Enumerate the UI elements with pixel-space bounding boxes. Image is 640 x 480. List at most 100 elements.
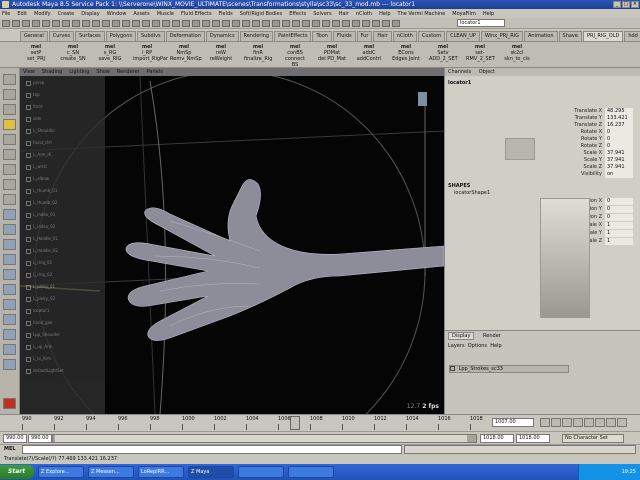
layer-menu-layers[interactable]: Layers <box>448 343 465 349</box>
shelf-tab[interactable]: Winx_PRJ_RIG <box>480 31 524 41</box>
outliner-item[interactable]: L_index_02 <box>26 224 102 232</box>
shelf-button[interactable]: mel PDMat del PD_Mat <box>318 44 346 67</box>
outliner-item[interactable]: locator1 <box>26 308 102 316</box>
shelf-tab[interactable]: Dynamics <box>205 31 239 41</box>
layout-four-icon[interactable] <box>3 224 16 235</box>
status-tool-icon[interactable] <box>62 20 70 27</box>
channel-attribute[interactable]: Scale X 37.941 <box>535 150 639 157</box>
outliner-item[interactable]: L_wrist <box>26 164 102 172</box>
rotate-tool-icon[interactable] <box>3 134 16 145</box>
taskbar-task[interactable]: Z Explore... <box>38 466 84 478</box>
attribute-value[interactable]: 37.941 <box>605 150 633 157</box>
layout-script-icon[interactable] <box>3 329 16 340</box>
attribute-value[interactable]: 0 <box>605 206 633 213</box>
tab-display-layers[interactable]: Display <box>448 332 475 340</box>
status-tool-icon[interactable] <box>82 20 90 27</box>
status-tool-icon[interactable] <box>22 20 30 27</box>
character-set-select[interactable]: No Character Set <box>562 434 624 443</box>
move-tool-icon[interactable] <box>3 119 16 130</box>
current-frame-field[interactable]: 1007.00 <box>492 418 534 427</box>
shelf-button[interactable]: mel set- RMV_2_SET <box>466 44 495 67</box>
menu-item[interactable]: Fields <box>219 11 233 17</box>
attribute-value[interactable]: 0 <box>605 136 633 143</box>
outliner-item[interactable]: L_pinky_01 <box>26 284 102 292</box>
taskbar-task[interactable]: Z Messen... <box>88 466 134 478</box>
menu-item[interactable]: nCloth <box>356 11 372 17</box>
status-tool-icon[interactable] <box>192 20 200 27</box>
attribute-value[interactable]: on <box>605 171 633 178</box>
status-tool-icon[interactable] <box>262 20 270 27</box>
status-tool-icon[interactable] <box>342 20 350 27</box>
status-tool-icon[interactable] <box>352 20 360 27</box>
status-tool-icon[interactable] <box>132 20 140 27</box>
range-inner-end-field[interactable]: 1018.00 <box>480 434 514 443</box>
shelf-tab[interactable]: General <box>20 31 48 41</box>
layer-visibility-icon[interactable] <box>450 366 455 371</box>
shelf-tab[interactable]: Deformation <box>165 31 205 41</box>
status-tool-icon[interactable] <box>322 20 330 27</box>
shelf-tab[interactable]: Custom <box>417 31 446 41</box>
outliner-item[interactable]: side <box>26 116 102 124</box>
menu-item[interactable]: Hair <box>339 11 349 17</box>
shelf-tab[interactable]: PRJ_RIG_OLD <box>582 31 624 41</box>
outliner-item[interactable]: L_index_01 <box>26 212 102 220</box>
shelf-button[interactable]: mel c_SN create_SN <box>59 44 87 67</box>
status-tool-icon[interactable] <box>32 20 40 27</box>
shelf-button[interactable]: mel i_RP import_RigPar <box>133 44 168 67</box>
go-start-icon[interactable] <box>540 418 550 427</box>
shelf-button[interactable]: mel ECons Edges Joint <box>392 44 420 67</box>
menu-item[interactable]: Display <box>81 11 99 17</box>
outliner-item[interactable]: L_thumb_02 <box>26 200 102 208</box>
current-frame-marker[interactable] <box>290 416 300 430</box>
panel-menu-item[interactable]: Lighting <box>69 68 89 76</box>
channel-attribute[interactable]: Translate Z 16.237 <box>535 122 639 129</box>
menu-item[interactable]: Help <box>483 11 494 17</box>
status-tool-icon[interactable] <box>52 20 60 27</box>
shelf-tab[interactable]: Curves <box>48 31 75 41</box>
status-tool-icon[interactable] <box>182 20 190 27</box>
shelf-tab[interactable]: nCloth <box>392 31 417 41</box>
status-tool-icon[interactable] <box>242 20 250 27</box>
layout-render-icon[interactable] <box>3 299 16 310</box>
menu-item[interactable]: Edit <box>17 11 27 17</box>
select-tool-icon[interactable] <box>3 74 16 85</box>
outliner-item[interactable]: L_thumb_01 <box>26 188 102 196</box>
script-editor-button[interactable] <box>3 398 16 409</box>
shelf-button[interactable]: mel addC addContrl <box>355 44 383 67</box>
status-tool-icon[interactable] <box>232 20 240 27</box>
shelf-tab[interactable]: Subdivs <box>137 31 165 41</box>
shelf-button[interactable]: mel conBS connect BS <box>281 44 309 68</box>
channel-attribute[interactable]: Scale Y 37.941 <box>535 157 639 164</box>
outliner-item[interactable]: L_up_Arm <box>26 344 102 352</box>
menu-item[interactable]: Solvers <box>313 11 331 17</box>
manipulator-icon[interactable] <box>3 164 16 175</box>
status-tool-icon[interactable] <box>252 20 260 27</box>
outliner-item[interactable]: persp <box>26 80 102 88</box>
step-back-key-icon[interactable] <box>551 418 561 427</box>
status-tool-icon[interactable] <box>212 20 220 27</box>
status-tool-icon[interactable] <box>122 20 130 27</box>
status-tool-icon[interactable] <box>152 20 160 27</box>
shelf-button[interactable]: mel reW reWeight <box>207 44 235 67</box>
attribute-value[interactable]: 37.941 <box>605 164 633 171</box>
layer-menu-help[interactable]: Help <box>490 343 501 349</box>
shelf-button[interactable]: mel finR finalize_Rig <box>244 44 272 67</box>
status-tool-icon[interactable] <box>142 20 150 27</box>
menu-item[interactable]: Create <box>58 11 75 17</box>
channel-attribute[interactable]: Translate Y 133.421 <box>535 115 639 122</box>
outliner-item[interactable]: hand_ctrl <box>26 140 102 148</box>
attribute-value[interactable]: 133.421 <box>605 115 633 122</box>
paint-select-icon[interactable] <box>3 104 16 115</box>
minimize-button[interactable]: _ <box>613 1 621 8</box>
show-manipulator-icon[interactable] <box>3 179 16 190</box>
status-tool-icon[interactable] <box>292 20 300 27</box>
outliner-item[interactable]: L_elbow <box>26 176 102 184</box>
attribute-value[interactable]: 0 <box>605 143 633 150</box>
outliner-item[interactable]: L_ring_01 <box>26 260 102 268</box>
status-tool-icon[interactable] <box>372 20 380 27</box>
status-tool-icon[interactable] <box>12 20 20 27</box>
mel-input[interactable] <box>22 445 402 454</box>
menu-item[interactable]: MoyaFilm <box>452 11 476 17</box>
quick-select-input[interactable]: locator1 <box>457 19 505 27</box>
status-tool-icon[interactable] <box>2 20 10 27</box>
